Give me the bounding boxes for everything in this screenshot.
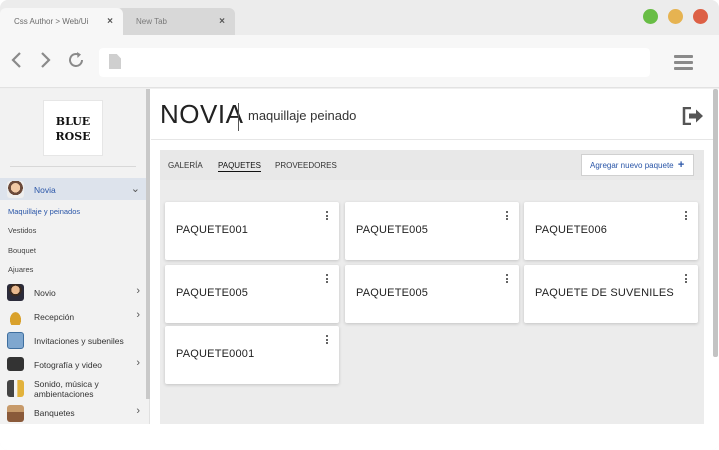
page-viewport: BLUE ROSE Novia ⌄ Maquillaje y peinados … [0, 89, 719, 424]
main-content: NOVIA maquillaje peinado GALERÍA PAQUETE… [151, 89, 713, 424]
sidebar-item-label: Recepción [34, 312, 75, 322]
package-card[interactable]: PAQUETE0001 [165, 326, 339, 384]
logout-icon[interactable] [682, 106, 704, 126]
browser-tab-active[interactable]: Css Author > Web/Ui × [0, 8, 123, 35]
sidebar-item-recepcion[interactable]: Recepción › [0, 306, 146, 328]
browser-toolbar [0, 35, 719, 88]
package-name: PAQUETE005 [356, 287, 429, 299]
add-package-button[interactable]: Agregar nuevo paquete + [581, 154, 694, 176]
address-bar[interactable] [99, 48, 650, 77]
more-options-icon[interactable] [326, 211, 329, 222]
package-name: PAQUETE005 [356, 224, 429, 236]
package-name: PAQUETE006 [535, 224, 608, 236]
sidebar-item-sonido[interactable]: Sonido, música y ambientaciones [0, 377, 146, 401]
speaker-icon [7, 380, 24, 397]
chevron-right-icon: › [136, 405, 140, 417]
sidebar: BLUE ROSE Novia ⌄ Maquillaje y peinados … [0, 89, 150, 424]
sidebar-scrollbar[interactable] [146, 89, 150, 399]
page-title: NOVIA [160, 99, 244, 129]
maximize-window-button[interactable] [643, 9, 658, 24]
tab-paquetes[interactable]: PAQUETES [218, 161, 261, 172]
sidebar-subitem-vestidos[interactable]: Vestidos [8, 226, 36, 235]
sidebar-item-fotografia[interactable]: Fotografía y video › [0, 354, 146, 376]
tab-strip: New Tab × Css Author > Web/Ui × [0, 0, 719, 35]
sidebar-subitem-maquillaje[interactable]: Maquillaje y peinados [8, 207, 80, 216]
more-options-icon[interactable] [685, 274, 688, 285]
more-options-icon[interactable] [506, 274, 509, 285]
sidebar-item-invitaciones[interactable]: Invitaciones y subeniles [0, 330, 146, 352]
title-divider [238, 103, 239, 131]
browser-tab-new-tab[interactable]: New Tab × [116, 8, 235, 35]
more-options-icon[interactable] [326, 335, 329, 346]
sidebar-item-novia[interactable]: Novia ⌄ [0, 178, 146, 200]
sidebar-item-label: Fotografía y video [34, 360, 103, 370]
minimize-window-button[interactable] [668, 9, 683, 24]
tab-label: New Tab [136, 17, 167, 26]
packages-panel: GALERÍA PAQUETES PROVEEDORES Agregar nue… [160, 150, 704, 424]
tab-proveedores[interactable]: PROVEEDORES [275, 161, 337, 170]
plus-icon: + [677, 159, 685, 171]
bride-icon [7, 181, 24, 198]
browser-window: New Tab × Css Author > Web/Ui × BLUE ROS… [0, 0, 719, 450]
more-options-icon[interactable] [685, 211, 688, 222]
page-icon [109, 54, 121, 69]
header-divider [151, 139, 713, 140]
sidebar-item-novio[interactable]: Novio › [0, 282, 146, 304]
blue-rose-logo[interactable]: BLUE ROSE [43, 100, 103, 156]
add-package-label: Agregar nuevo paquete [590, 161, 674, 170]
page-subtitle: maquillaje peinado [248, 108, 357, 123]
chevron-down-icon: ⌄ [130, 183, 140, 195]
reload-icon[interactable] [65, 49, 87, 71]
sidebar-item-label: Novio [34, 288, 56, 298]
window-bottom [0, 424, 719, 450]
package-card[interactable]: PAQUETE001 [165, 202, 339, 260]
package-name: PAQUETE001 [176, 224, 249, 236]
reception-bell-icon [7, 308, 24, 325]
sidebar-item-banquetes[interactable]: Banquetes › [0, 402, 146, 424]
sidebar-subitem-ajuares[interactable]: Ajuares [8, 265, 33, 274]
close-tab-icon[interactable]: × [219, 8, 225, 35]
package-card[interactable]: PAQUETE005 [345, 202, 519, 260]
logo-line-1: BLUE [55, 115, 91, 128]
package-name: PAQUETE005 [176, 287, 249, 299]
package-card[interactable]: PAQUETE006 [524, 202, 698, 260]
banquet-icon [7, 405, 24, 422]
more-options-icon[interactable] [326, 274, 329, 285]
package-name: PAQUETE0001 [176, 348, 255, 360]
tab-galeria[interactable]: GALERÍA [168, 161, 203, 170]
main-scrollbar[interactable] [713, 89, 718, 357]
sidebar-item-label: Sonido, música y ambientaciones [34, 379, 99, 399]
sidebar-subitem-bouquet[interactable]: Bouquet [8, 246, 36, 255]
sidebar-divider [10, 166, 136, 167]
sidebar-item-label: Banquetes [34, 408, 75, 418]
envelope-icon [7, 332, 24, 349]
close-tab-icon[interactable]: × [107, 8, 113, 35]
sidebar-item-label: Invitaciones y subeniles [34, 336, 124, 346]
back-arrow-icon[interactable] [6, 49, 28, 71]
section-tabs: GALERÍA PAQUETES PROVEEDORES Agregar nue… [160, 150, 704, 180]
package-card[interactable]: PAQUETE005 [345, 265, 519, 323]
hamburger-menu-icon[interactable] [674, 55, 693, 70]
tab-label: Css Author > Web/Ui [14, 17, 89, 26]
close-window-button[interactable] [693, 9, 708, 24]
more-options-icon[interactable] [506, 211, 509, 222]
camera-icon [7, 357, 24, 371]
package-card[interactable]: PAQUETE005 [165, 265, 339, 323]
sidebar-item-label: Novia [34, 185, 56, 195]
forward-arrow-icon[interactable] [34, 49, 56, 71]
logo-line-2: ROSE [55, 130, 91, 143]
chevron-right-icon: › [136, 285, 140, 297]
groom-icon [7, 284, 24, 301]
package-name: PAQUETE DE SUVENILES [535, 287, 674, 299]
package-card[interactable]: PAQUETE DE SUVENILES [524, 265, 698, 323]
chevron-right-icon: › [136, 357, 140, 369]
chevron-right-icon: › [136, 309, 140, 321]
